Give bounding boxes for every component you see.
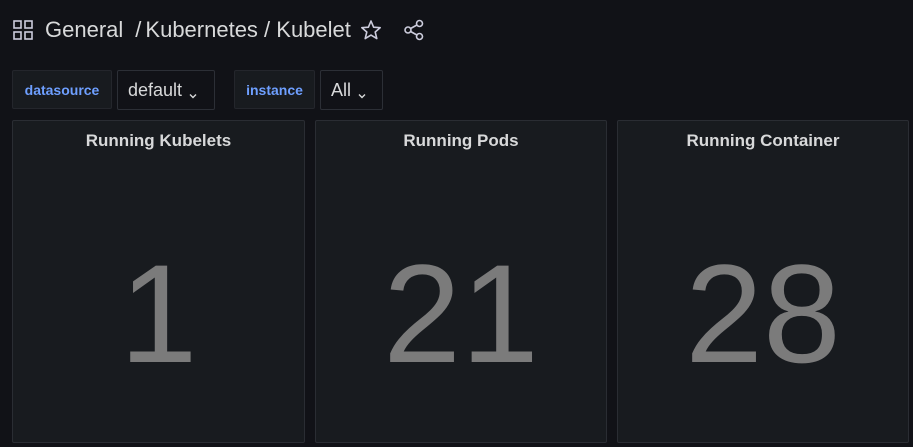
- chevron-down-icon: [188, 85, 198, 99]
- stat-value: 1: [119, 235, 198, 392]
- panel-title[interactable]: Running Kubelets: [13, 131, 304, 151]
- panel-title[interactable]: Running Pods: [316, 131, 606, 151]
- datasource-select[interactable]: default: [117, 70, 215, 110]
- breadcrumb-separator: /: [135, 17, 142, 42]
- stat-value: 21: [383, 235, 539, 392]
- stat-value: 28: [685, 235, 841, 392]
- instance-select-value: All: [331, 79, 352, 100]
- breadcrumb: General / Kubernetes / Kubelet: [45, 14, 351, 46]
- apps-icon[interactable]: [13, 20, 33, 40]
- dashboard-title[interactable]: Kubernetes / Kubelet: [145, 17, 350, 43]
- instance-select[interactable]: All: [320, 70, 383, 110]
- dashboard-nav: General / Kubernetes / Kubelet: [0, 0, 913, 60]
- panel-running-kubelets[interactable]: Running Kubelets 1: [12, 120, 305, 443]
- breadcrumb-folder[interactable]: General: [45, 17, 123, 43]
- datasource-select-value: default: [128, 79, 183, 100]
- variable-label-instance: instance: [234, 70, 315, 109]
- share-icon[interactable]: [403, 19, 425, 41]
- variable-label-datasource: datasource: [12, 70, 112, 109]
- star-icon[interactable]: [360, 19, 382, 41]
- panel-running-container[interactable]: Running Container 28: [617, 120, 909, 443]
- panel-title[interactable]: Running Container: [618, 131, 908, 151]
- chevron-down-icon: [357, 85, 367, 99]
- panel-running-pods[interactable]: Running Pods 21: [315, 120, 607, 443]
